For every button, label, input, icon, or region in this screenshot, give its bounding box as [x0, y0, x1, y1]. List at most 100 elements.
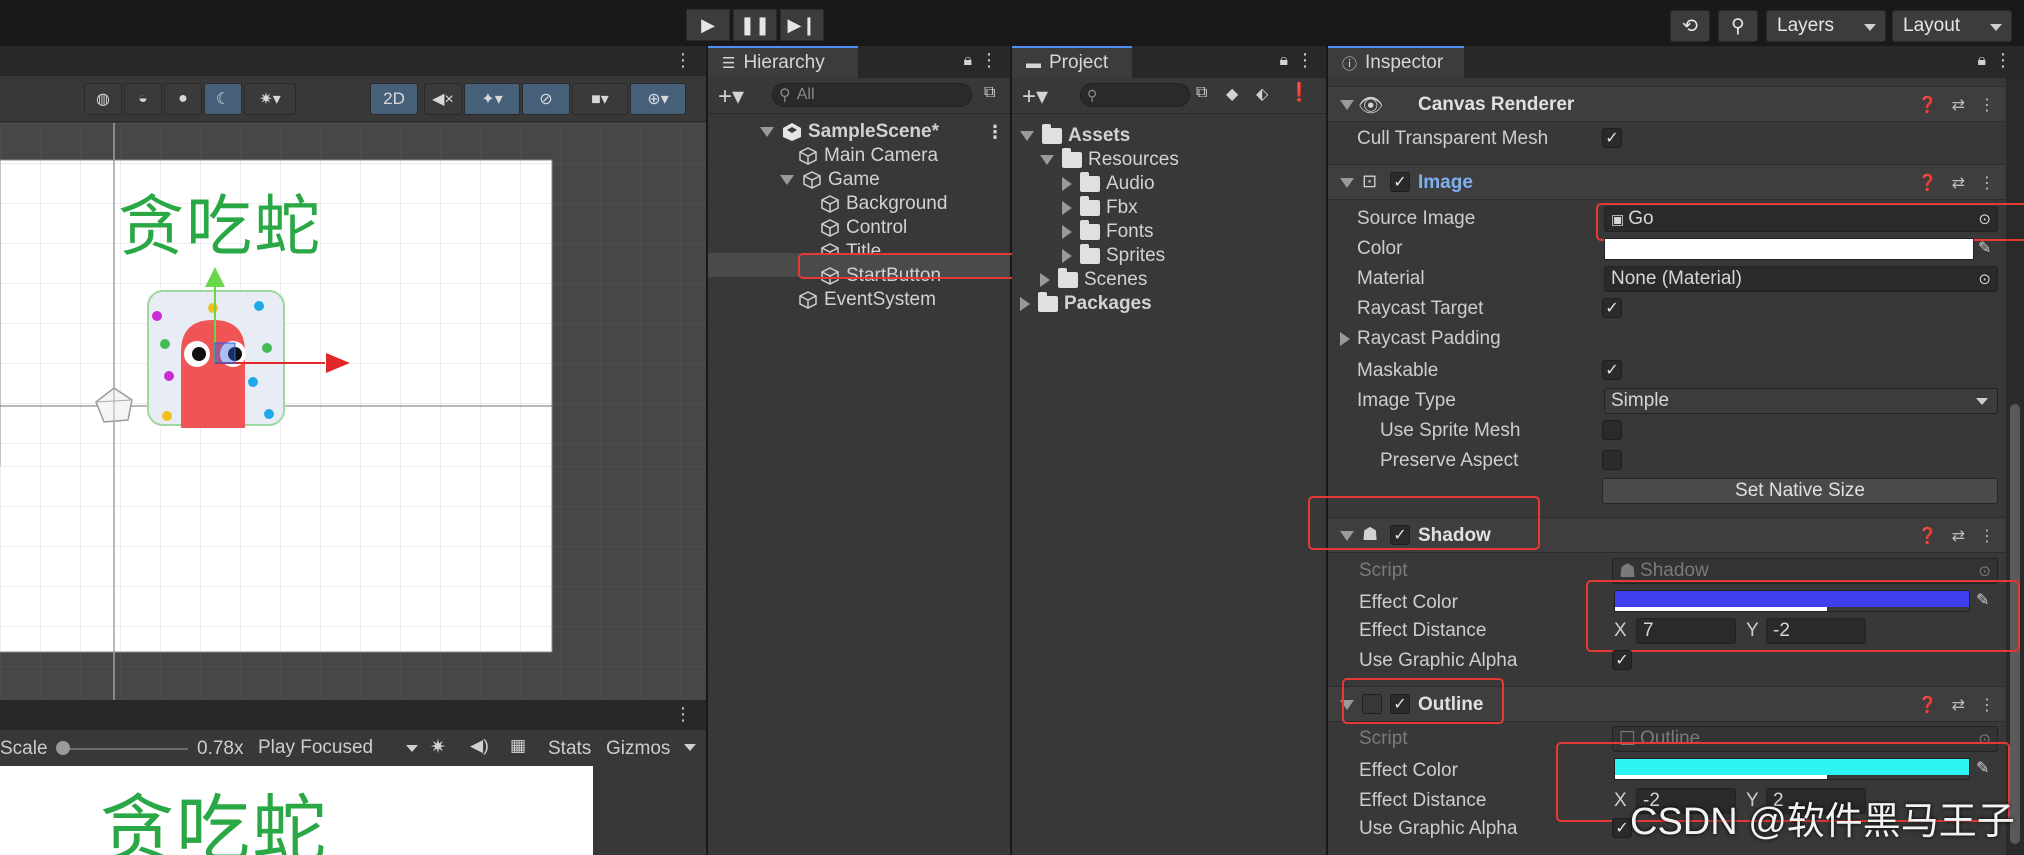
collapse-icon[interactable]: [1340, 332, 1350, 346]
preset-icon[interactable]: ⇄: [1952, 526, 1965, 546]
play-button[interactable]: ▶: [686, 9, 730, 41]
lock-icon[interactable]: 🔒︎: [1977, 52, 1986, 70]
more-options-icon[interactable]: ⋮: [674, 50, 692, 71]
search-button[interactable]: ⚲: [1718, 10, 1758, 42]
maskable-checkbox[interactable]: ✓: [1602, 360, 1622, 380]
camera-dropdown[interactable]: ■▾: [572, 83, 628, 115]
hierarchy-item-event-system[interactable]: EventSystem: [798, 288, 936, 312]
stats-button[interactable]: Stats: [548, 738, 591, 760]
more-options-icon[interactable]: ⋮: [980, 50, 998, 71]
audio-mute-icon[interactable]: ◀×: [424, 83, 462, 115]
folder-fbx[interactable]: Fbx: [1062, 196, 1138, 220]
image-enabled-checkbox[interactable]: ✓: [1390, 172, 1410, 192]
lock-icon[interactable]: 🔒︎: [963, 52, 972, 70]
collapse-icon[interactable]: [1062, 177, 1072, 191]
collapse-icon[interactable]: [1040, 273, 1050, 287]
layers-dropdown[interactable]: Layers: [1766, 10, 1886, 42]
material-field[interactable]: None (Material) ⊙: [1604, 266, 1998, 292]
expand-icon[interactable]: [1020, 131, 1034, 141]
expand-icon[interactable]: [1340, 100, 1354, 110]
gizmos-dropdown[interactable]: ⊕▾: [630, 83, 686, 115]
more-options-icon[interactable]: ⋮: [1296, 50, 1314, 71]
undo-history-button[interactable]: ⟲: [1670, 10, 1710, 42]
collapse-icon[interactable]: [1062, 201, 1072, 215]
more-options-icon[interactable]: ⋮: [674, 704, 692, 725]
more-options-icon[interactable]: ⋮: [1979, 95, 1995, 115]
expand-icon[interactable]: [1340, 178, 1354, 188]
play-mode-dropdown[interactable]: Play Focused: [258, 734, 422, 762]
filter-icon[interactable]: ⧉: [1196, 84, 1207, 102]
outline-use-graphic-alpha-checkbox[interactable]: ✓: [1612, 818, 1632, 838]
hierarchy-search-input[interactable]: ⚲ All: [772, 83, 972, 107]
raycast-padding-label[interactable]: Raycast Padding: [1357, 328, 1501, 350]
add-icon[interactable]: +▾: [718, 82, 744, 111]
collapse-icon[interactable]: [1062, 225, 1072, 239]
hierarchy-item-control[interactable]: Control: [820, 216, 907, 240]
folder-resources[interactable]: Resources: [1040, 148, 1179, 172]
gizmos-button[interactable]: Gizmos: [606, 738, 670, 760]
audio-icon[interactable]: ◀): [470, 736, 489, 756]
keyboard-icon[interactable]: ▦: [510, 736, 526, 756]
help-icon[interactable]: ❓: [1918, 173, 1938, 193]
preset-icon[interactable]: ⇄: [1952, 695, 1965, 715]
moon-icon[interactable]: ☾: [204, 83, 242, 115]
preset-icon[interactable]: ⇄: [1952, 173, 1965, 193]
preserve-aspect-checkbox[interactable]: [1602, 450, 1622, 470]
type-filter-icon[interactable]: ◆: [1226, 84, 1238, 104]
effects-dropdown[interactable]: ✦▾: [464, 83, 520, 115]
hierarchy-item-game[interactable]: Game: [780, 168, 880, 192]
eyedropper-icon[interactable]: ✎: [1978, 238, 1991, 258]
layout-dropdown[interactable]: Layout: [1892, 10, 2012, 42]
more-options-icon[interactable]: ⋮: [1994, 50, 2012, 71]
cull-checkbox[interactable]: ✓: [1602, 128, 1622, 148]
pause-button[interactable]: ❚❚: [733, 9, 777, 41]
more-options-icon[interactable]: ⋮: [1979, 173, 1995, 193]
scene-canvas[interactable]: 贪吃蛇: [0, 123, 706, 466]
debug-dropdown[interactable]: ✷▾: [244, 83, 296, 115]
more-options-icon[interactable]: ⋮: [986, 122, 1004, 143]
help-icon[interactable]: ❓: [1918, 695, 1938, 715]
help-icon[interactable]: ❓: [1918, 95, 1938, 115]
move-gizmo[interactable]: [120, 263, 420, 466]
scale-slider-track[interactable]: [58, 748, 188, 750]
folder-assets[interactable]: Assets: [1020, 124, 1130, 148]
scale-slider-handle[interactable]: [56, 741, 70, 755]
canvas-renderer-header[interactable]: 👁︎ Canvas Renderer ❓ ⇄ ⋮: [1328, 86, 2005, 122]
globe-wire-icon[interactable]: ◍: [84, 83, 122, 115]
use-sprite-mesh-checkbox[interactable]: [1602, 420, 1622, 440]
folder-sprites[interactable]: Sprites: [1062, 244, 1165, 268]
debug-icon[interactable]: ✷: [430, 736, 446, 759]
globe-shaded-icon[interactable]: ◒: [124, 83, 162, 115]
folder-fonts[interactable]: Fonts: [1062, 220, 1154, 244]
image-type-dropdown[interactable]: Simple: [1604, 388, 1998, 414]
tab-hierarchy[interactable]: ☰ Hierarchy: [708, 46, 858, 78]
sphere-icon[interactable]: ●: [164, 83, 202, 115]
folder-packages[interactable]: Packages: [1020, 292, 1152, 316]
add-icon[interactable]: +▾: [1022, 82, 1048, 111]
expand-icon[interactable]: [1040, 155, 1054, 165]
expand-icon[interactable]: [780, 175, 794, 185]
tab-inspector[interactable]: ⓘ Inspector: [1328, 46, 1464, 78]
collapse-icon[interactable]: [1062, 249, 1072, 263]
label-icon[interactable]: ⬖: [1256, 84, 1268, 104]
mode-2d-button[interactable]: 2D: [370, 83, 418, 115]
inspector-scrollbar[interactable]: [2006, 78, 2024, 855]
folder-scenes[interactable]: Scenes: [1040, 268, 1147, 292]
tab-project[interactable]: ▬ Project: [1012, 46, 1132, 78]
help-icon[interactable]: ❓: [1918, 526, 1938, 546]
expand-icon[interactable]: [760, 127, 774, 137]
object-picker-icon[interactable]: ⊙: [1978, 270, 1991, 288]
filter-icon[interactable]: ⧉: [984, 84, 995, 102]
image-header[interactable]: ⊡ ✓ Image ❓ ⇄ ⋮: [1328, 164, 2005, 200]
raycast-target-checkbox[interactable]: ✓: [1602, 298, 1622, 318]
folder-audio[interactable]: Audio: [1062, 172, 1155, 196]
hierarchy-item-main-camera[interactable]: Main Camera: [798, 144, 938, 168]
lock-icon[interactable]: 🔒︎: [1279, 52, 1288, 70]
more-options-icon[interactable]: ⋮: [1979, 695, 1995, 715]
scene-canvas-lower[interactable]: [0, 466, 706, 700]
scene-item[interactable]: SampleScene* ⋮: [760, 120, 1004, 144]
color-swatch[interactable]: [1604, 238, 1974, 260]
set-native-size-button[interactable]: Set Native Size: [1602, 478, 1998, 504]
preset-icon[interactable]: ⇄: [1952, 95, 1965, 115]
collapse-icon[interactable]: [1020, 297, 1030, 311]
